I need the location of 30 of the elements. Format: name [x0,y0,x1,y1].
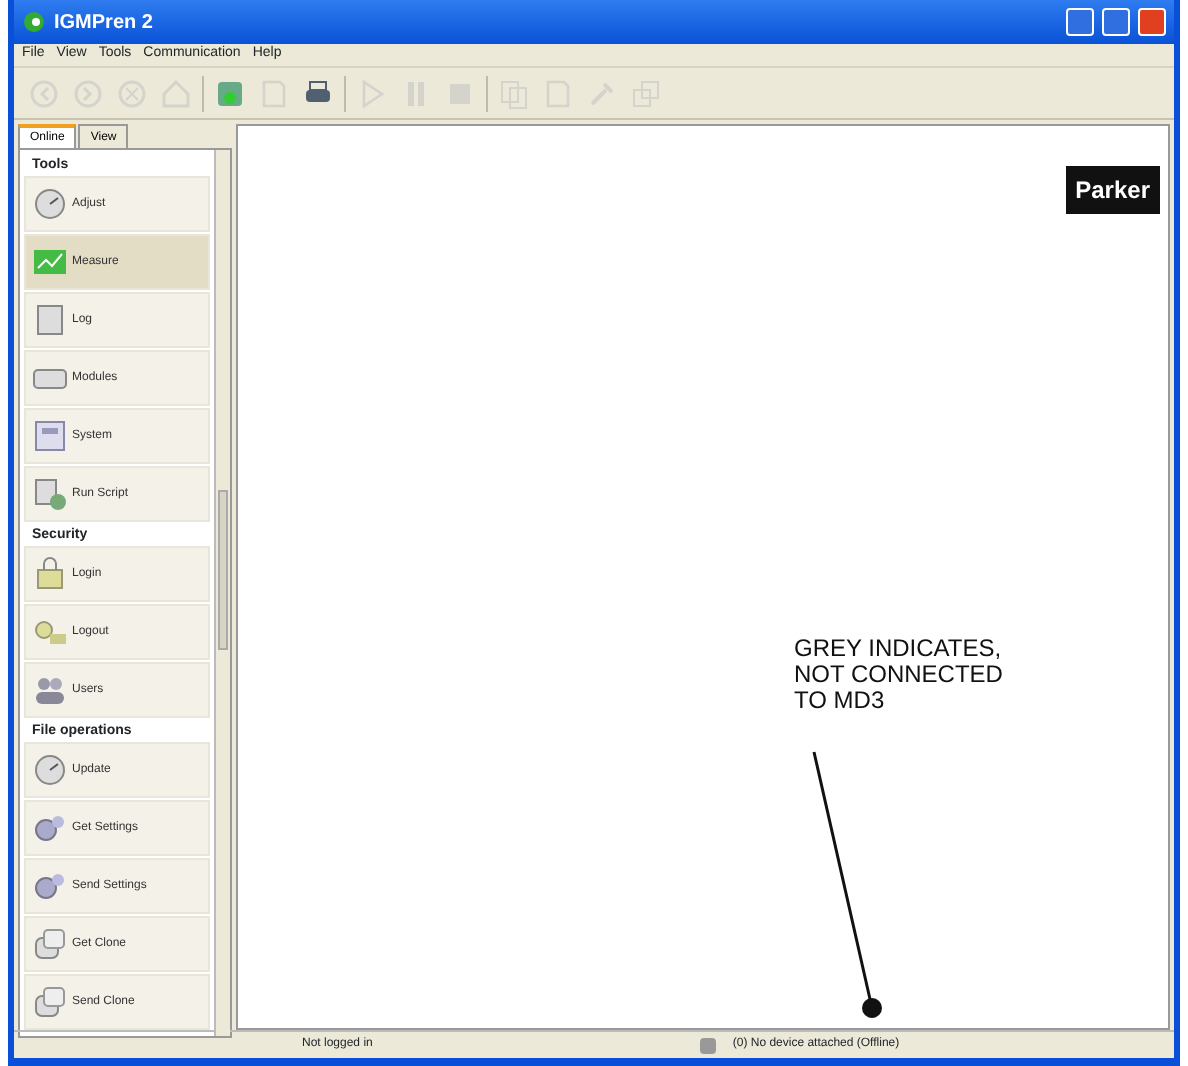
chart-icon [32,244,68,280]
minimize-button[interactable] [1066,8,1094,36]
back-icon [28,77,60,109]
lock-icon [32,556,68,592]
plug-icon [214,77,246,109]
stack-icon [32,984,68,1020]
copy-icon [498,77,530,109]
gauge-icon [32,752,68,788]
logo: Parker [1065,166,1160,214]
script-icon [32,476,68,512]
page-icon [258,77,290,109]
stack-icon [32,926,68,962]
gears-icon [32,810,68,846]
gauge-icon [32,186,68,222]
stop-icon [116,77,148,109]
scrollbar-thumb[interactable] [218,490,228,650]
tools-icon [586,77,618,109]
gears-icon [32,868,68,904]
home-icon [160,77,192,109]
users-icon [32,672,68,708]
window-title: IGMPren 2 [54,9,153,37]
close-button[interactable] [1138,8,1166,36]
maximize-button[interactable] [1102,8,1130,36]
windows-icon [630,77,662,109]
app-icon [22,10,46,34]
forward-icon [72,77,104,109]
annotation-text: GREY INDICATES, NOT CONNECTED TO MD3 [794,636,1005,714]
document-icon [32,302,68,338]
window-icon [32,418,68,454]
page-icon [542,77,574,109]
